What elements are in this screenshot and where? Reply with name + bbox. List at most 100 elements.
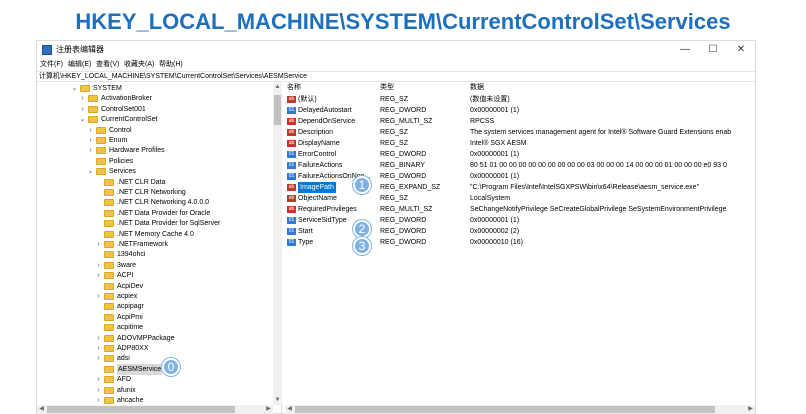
value-data: RPCSS bbox=[470, 118, 495, 125]
expand-arrow-icon[interactable] bbox=[95, 177, 102, 188]
binary-value-icon: 01 bbox=[287, 162, 296, 169]
expand-arrow-icon[interactable]: › bbox=[95, 374, 102, 385]
value-data: The system services management agent for… bbox=[470, 129, 732, 136]
value-type: REG_DWORD bbox=[380, 107, 427, 114]
collapse-arrow-icon[interactable]: ⌄ bbox=[71, 83, 78, 94]
value-name: ImagePath bbox=[298, 182, 336, 193]
expand-arrow-icon[interactable]: › bbox=[95, 343, 102, 354]
tree-horizontal-scrollbar[interactable]: ◀ ▶ bbox=[37, 405, 273, 414]
minimize-button[interactable]: — bbox=[673, 41, 697, 59]
value-row[interactable]: ab DisplayName REG_SZ Intel® SGX AESM bbox=[285, 138, 755, 149]
menu-file[interactable]: 文件(F) bbox=[40, 59, 63, 71]
value-row[interactable]: ab ObjectName REG_SZ LocalSystem bbox=[285, 193, 755, 204]
expand-arrow-icon[interactable]: › bbox=[95, 385, 102, 396]
expand-arrow-icon[interactable] bbox=[95, 229, 102, 240]
scroll-left-arrow[interactable]: ◀ bbox=[37, 405, 46, 414]
menu-help[interactable]: 帮助(H) bbox=[159, 59, 183, 71]
expand-arrow-icon[interactable]: › bbox=[95, 260, 102, 271]
value-name: Start bbox=[298, 228, 313, 235]
expand-arrow-icon[interactable]: › bbox=[95, 270, 102, 281]
value-type: REG_MULTI_SZ bbox=[380, 118, 433, 125]
string-value-icon: ab bbox=[287, 118, 296, 125]
value-row[interactable]: ab RequiredPrivileges REG_MULTI_SZ SeChange… bbox=[285, 204, 755, 215]
value-row[interactable]: 01 ErrorControl REG_DWORD 0x00000001 (1) bbox=[285, 149, 755, 160]
expand-arrow-icon[interactable]: › bbox=[95, 239, 102, 250]
expand-arrow-icon[interactable]: › bbox=[95, 333, 102, 344]
folder-icon bbox=[96, 126, 106, 134]
values-horizontal-scrollbar[interactable]: ◀ ▶ bbox=[285, 405, 755, 414]
menu-favorites[interactable]: 收藏夹(A) bbox=[124, 59, 154, 71]
expand-arrow-icon[interactable] bbox=[95, 301, 102, 312]
value-type: REG_MULTI_SZ bbox=[380, 206, 433, 213]
expand-arrow-icon[interactable] bbox=[95, 322, 102, 333]
expand-arrow-icon[interactable]: › bbox=[95, 353, 102, 364]
scroll-left-arrow[interactable]: ◀ bbox=[285, 405, 294, 414]
expand-arrow-icon[interactable]: › bbox=[79, 104, 86, 115]
value-row[interactable]: 01 FailureActions REG_BINARY 80 51 01 00 00… bbox=[285, 160, 755, 171]
value-type: REG_DWORD bbox=[380, 173, 427, 180]
expand-arrow-icon[interactable] bbox=[95, 364, 102, 375]
tree-item-label: ActivationBroker bbox=[101, 95, 152, 103]
value-data: 0x00000001 (1) bbox=[470, 107, 520, 114]
binary-value-icon: 01 bbox=[287, 228, 296, 235]
maximize-button[interactable]: ☐ bbox=[701, 41, 725, 59]
scroll-right-arrow[interactable]: ▶ bbox=[264, 405, 273, 414]
value-type: REG_BINARY bbox=[380, 162, 425, 169]
folder-icon bbox=[96, 147, 106, 155]
expand-arrow-icon[interactable] bbox=[95, 187, 102, 198]
value-row[interactable]: ab (默认) REG_SZ (数值未设置) bbox=[285, 94, 755, 105]
folder-icon bbox=[96, 168, 106, 176]
folder-icon bbox=[104, 189, 114, 196]
value-type: REG_DWORD bbox=[380, 239, 427, 246]
expand-arrow-icon[interactable]: › bbox=[87, 135, 94, 146]
string-value-icon: ab bbox=[287, 195, 296, 202]
scrollbar-thumb[interactable] bbox=[274, 95, 281, 125]
value-row[interactable]: 01 DelayedAutostart REG_DWORD 0x00000001 (1… bbox=[285, 105, 755, 116]
value-type: REG_SZ bbox=[380, 129, 409, 136]
value-row[interactable]: ab DependOnService REG_MULTI_SZ RPCSS bbox=[285, 116, 755, 127]
expand-arrow-icon[interactable] bbox=[95, 197, 102, 208]
folder-icon bbox=[88, 105, 98, 113]
expand-arrow-icon[interactable] bbox=[95, 281, 102, 292]
expand-arrow-icon[interactable]: › bbox=[87, 145, 94, 156]
scrollbar-thumb[interactable] bbox=[295, 406, 715, 413]
title-bar: 注册表编辑器 — ☐ ✕ bbox=[37, 41, 755, 59]
column-header-type[interactable]: 类型 bbox=[380, 83, 394, 93]
value-name: ServiceSidType bbox=[298, 217, 347, 224]
expand-arrow-icon[interactable] bbox=[95, 208, 102, 219]
folder-icon bbox=[104, 303, 114, 311]
expand-arrow-icon[interactable]: › bbox=[87, 125, 94, 136]
column-header-data[interactable]: 数据 bbox=[470, 83, 484, 93]
tree-item-label: 1394ohci bbox=[117, 251, 146, 259]
string-value-icon: ab bbox=[287, 206, 296, 213]
collapse-arrow-icon[interactable]: ⌄ bbox=[87, 166, 94, 177]
column-header-name[interactable]: 名称 bbox=[287, 83, 301, 93]
expand-arrow-icon[interactable]: › bbox=[79, 93, 86, 104]
menu-edit[interactable]: 编辑(E) bbox=[68, 59, 91, 71]
expand-arrow-icon[interactable] bbox=[87, 156, 94, 167]
expand-arrow-icon[interactable] bbox=[95, 218, 102, 229]
folder-icon bbox=[104, 397, 114, 404]
scroll-up-arrow[interactable]: ▲ bbox=[273, 83, 282, 92]
expand-arrow-icon[interactable] bbox=[95, 249, 102, 260]
value-name: FailureActions bbox=[298, 162, 343, 169]
scroll-right-arrow[interactable]: ▶ bbox=[746, 405, 755, 414]
scrollbar-thumb[interactable] bbox=[47, 406, 235, 413]
registry-editor-window: 注册表编辑器 — ☐ ✕ 文件(F) 编辑(E) 查看(V) 收藏夹(A) 帮助… bbox=[36, 40, 756, 414]
binary-value-icon: 01 bbox=[287, 107, 296, 114]
close-button[interactable]: ✕ bbox=[729, 41, 753, 59]
page-heading: HKEY_LOCAL_MACHINE\SYSTEM\CurrentControl… bbox=[75, 9, 731, 34]
address-bar[interactable]: 计算机\HKEY_LOCAL_MACHINE\SYSTEM\CurrentCon… bbox=[37, 71, 755, 82]
tree-item-label: adsi bbox=[117, 355, 130, 363]
value-name: Description bbox=[298, 129, 334, 136]
collapse-arrow-icon[interactable]: ⌄ bbox=[79, 114, 86, 125]
scroll-down-arrow[interactable]: ▼ bbox=[273, 396, 282, 405]
string-value-icon: ab bbox=[287, 129, 296, 136]
folder-icon bbox=[104, 313, 114, 321]
value-row[interactable]: ab Description REG_SZ The system services m… bbox=[285, 127, 755, 138]
expand-arrow-icon[interactable]: › bbox=[95, 291, 102, 302]
expand-arrow-icon[interactable] bbox=[95, 312, 102, 323]
tree-vertical-scrollbar[interactable]: ▲ ▼ bbox=[273, 83, 282, 405]
folder-icon bbox=[104, 178, 114, 186]
menu-view[interactable]: 查看(V) bbox=[96, 59, 119, 71]
